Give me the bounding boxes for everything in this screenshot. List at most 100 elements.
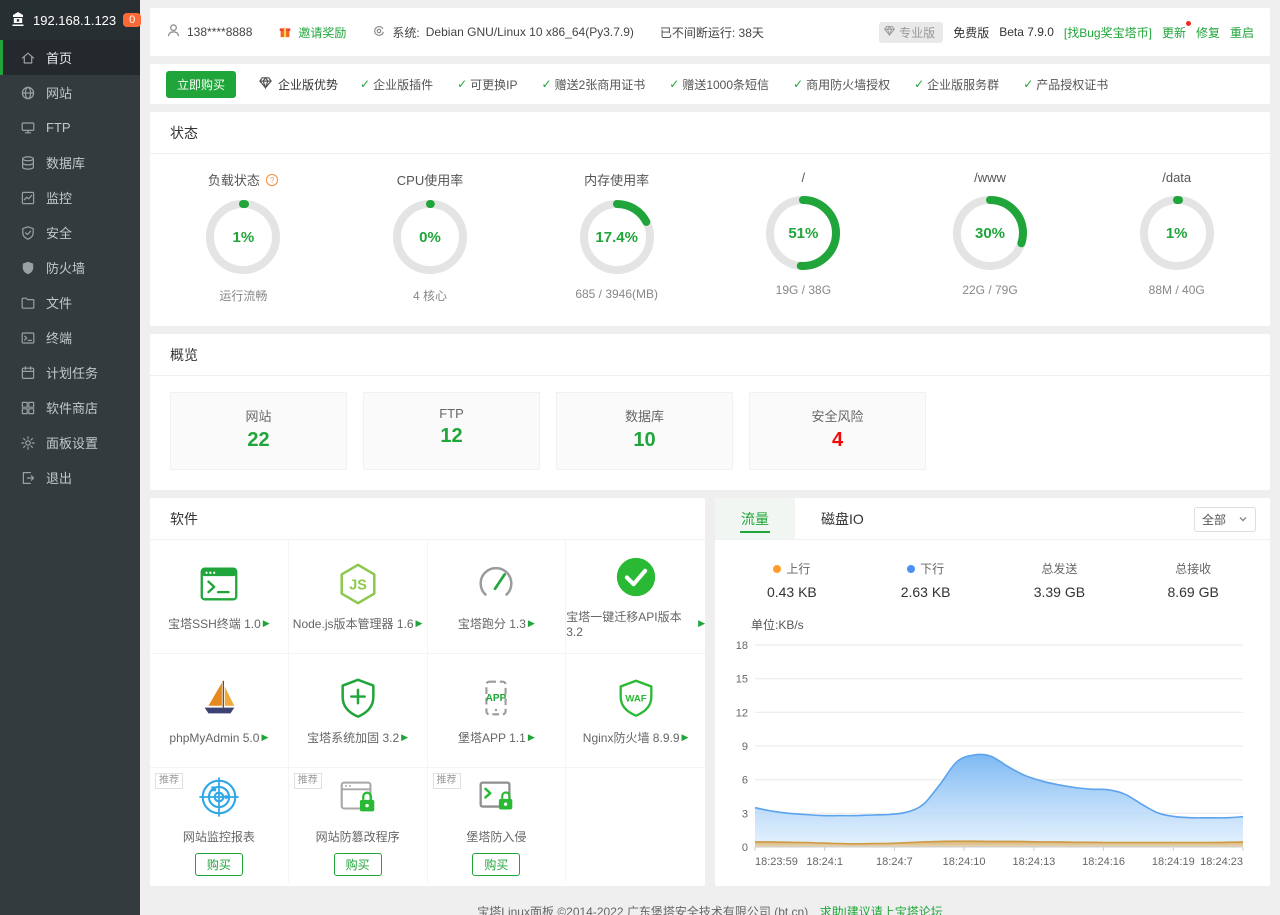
buy-now-button[interactable]: 立即购买	[166, 70, 237, 98]
software-item-宝塔一键迁移API版本 3.2[interactable]: 宝塔一键迁移API版本 3.2 ▶	[566, 540, 705, 654]
check-icon: ✓	[914, 77, 925, 91]
account-info[interactable]: 138****8888	[166, 23, 252, 41]
buy-button[interactable]: 购买	[333, 853, 382, 876]
enterprise-feature: ✓ 赠送1000条短信	[669, 76, 769, 93]
bt-terminal-icon	[196, 561, 242, 607]
enterprise-feature: ✓ 商用防火墙授权	[793, 76, 890, 93]
invite-reward-link: 邀请奖励	[298, 25, 347, 40]
feature-label: 赠送1000条短信	[682, 77, 770, 92]
sidebar-item-终端[interactable]: 终端	[0, 320, 140, 355]
software-item-网站监控报表[interactable]: 推荐 网站监控报表 购买	[150, 768, 289, 882]
sidebar-item-面板设置[interactable]: 面板设置	[0, 425, 140, 460]
gauge-subtext: 88M / 40G	[1148, 283, 1205, 297]
sidebar-item-安全[interactable]: 安全	[0, 215, 140, 250]
gauge-/www[interactable]: /www 30% 22G / 79G	[897, 170, 1084, 304]
message-count-badge[interactable]: 0	[123, 13, 142, 27]
traffic-filter-select[interactable]: 全部	[1194, 507, 1256, 532]
legend-总接收: 总接收 8.69 GB	[1126, 560, 1260, 600]
legend-label-text: 上行	[786, 562, 811, 576]
panel-logo[interactable]: 192.168.1.123 0	[0, 0, 142, 40]
gauge-/[interactable]: / 51% 19G / 38G	[710, 170, 897, 304]
tab-disk-io[interactable]: 磁盘IO	[795, 498, 890, 539]
software-name-text: Nginx防火墙 8.9.9	[582, 731, 680, 745]
overview-card-label: 数据库	[624, 409, 664, 424]
bt-logo-icon	[10, 11, 26, 30]
sidebar-item-数据库[interactable]: 数据库	[0, 145, 140, 180]
update-link[interactable]: 更新	[1162, 20, 1191, 41]
sidebar-item-网站[interactable]: 网站	[0, 75, 140, 110]
svg-text:?: ?	[270, 175, 275, 184]
gauge-subtext: 19G / 38G	[775, 283, 832, 297]
restart-link[interactable]: 重启	[1230, 24, 1254, 41]
overview-card-value: 22	[247, 429, 270, 451]
gauge-CPU使用率[interactable]: CPU使用率 0% 4 核心	[337, 170, 524, 304]
bug-bounty-link[interactable]: [找Bug奖宝塔币]	[1064, 24, 1152, 41]
play-icon: ▶	[698, 618, 705, 628]
legend-dot-icon	[773, 564, 782, 573]
legend-value: 2.63 KB	[900, 584, 951, 600]
overview-card-数据库[interactable]: 数据库 10	[556, 392, 733, 470]
legend-上行: 上行 0.43 KB	[725, 560, 859, 600]
footer-forum-link[interactable]: 求助|建议请上宝塔论坛	[820, 905, 943, 915]
gauge-value: 1%	[232, 228, 255, 246]
sidebar-item-首页[interactable]: 首页	[0, 40, 140, 75]
legend-value: 3.39 GB	[1033, 584, 1086, 600]
software-item-宝塔SSH终端 1.0[interactable]: 宝塔SSH终端 1.0 ▶	[150, 540, 289, 654]
software-name: phpMyAdmin 5.0 ▶	[169, 731, 268, 745]
buy-button[interactable]: 购买	[194, 853, 243, 876]
sidebar-item-FTP[interactable]: FTP	[0, 110, 140, 145]
software-name: 堡塔APP 1.1 ▶	[458, 729, 535, 746]
software-cell-empty	[566, 768, 705, 882]
svg-text:18:24:1: 18:24:1	[806, 856, 843, 868]
sidebar-item-label: 防火墙	[46, 261, 86, 276]
svg-text:9: 9	[742, 741, 748, 753]
tab-traffic[interactable]: 流量	[715, 498, 795, 539]
sidebar-item-防火墙[interactable]: 防火墙	[0, 250, 140, 285]
sidebar-item-label: 终端	[46, 331, 73, 346]
diamond-icon	[258, 75, 273, 93]
software-item-网站防篡改程序[interactable]: 推荐 网站防篡改程序 购买	[289, 768, 428, 882]
software-name-text: phpMyAdmin 5.0	[169, 730, 260, 745]
enterprise-feature: ✓ 企业版服务群	[914, 76, 999, 93]
software-item-phpMyAdmin 5.0[interactable]: phpMyAdmin 5.0 ▶	[150, 654, 289, 768]
gauge-/data[interactable]: /data 1% 88M / 40G	[1083, 170, 1270, 304]
terminal-icon	[20, 330, 36, 346]
software-name: 宝塔SSH终端 1.0 ▶	[168, 615, 270, 632]
software-item-堡塔防入侵[interactable]: 推荐堡塔防入侵购买	[428, 768, 567, 882]
sidebar-item-监控[interactable]: 监控	[0, 180, 140, 215]
sidebar-item-计划任务[interactable]: 计划任务	[0, 355, 140, 390]
overview-card-FTP[interactable]: FTP 12	[363, 392, 540, 470]
gauge-label: /www	[974, 170, 1006, 185]
buy-button[interactable]: 购买	[472, 853, 521, 876]
software-item-Node.js版本管理器 1.6[interactable]: JS Node.js版本管理器 1.6 ▶	[288, 540, 428, 654]
overview-card-安全风险[interactable]: 安全风险 4	[749, 392, 926, 470]
invite-reward[interactable]: 邀请奖励	[278, 24, 346, 41]
overview-panel: 概览 网站 22 FTP 12 数据库 10 安全风险 4	[150, 334, 1270, 490]
repair-link[interactable]: 修复	[1196, 24, 1220, 41]
legend-label-text: 下行	[920, 562, 945, 576]
pro-version-badge[interactable]: 专业版	[879, 21, 944, 43]
gauge-value: 30%	[975, 224, 1006, 242]
update-reddot-icon	[1185, 20, 1191, 26]
software-item-宝塔跑分 1.3[interactable]: 宝塔跑分 1.3 ▶	[427, 540, 567, 654]
gauge-内存使用率[interactable]: 内存使用率 17.4% 685 / 3946(MB)	[523, 170, 710, 304]
help-icon[interactable]: ?	[265, 173, 279, 187]
software-item-宝塔系统加固 3.2[interactable]: 宝塔系统加固 3.2 ▶	[288, 654, 428, 768]
sidebar-item-label: 数据库	[46, 156, 86, 171]
check-icon: ✓	[793, 77, 804, 91]
sidebar-item-文件[interactable]: 文件	[0, 285, 140, 320]
software-item-Nginx防火墙 8.9.9[interactable]: WAF Nginx防火墙 8.9.9 ▶	[566, 654, 705, 768]
software-name: 堡塔防入侵	[466, 828, 526, 845]
gauge-ring: 1%	[201, 195, 285, 279]
sidebar-item-退出[interactable]: 退出	[0, 460, 140, 495]
recommend-tag: 推荐	[432, 773, 461, 789]
gauge-负载状态[interactable]: 负载状态? 1% 运行流畅	[150, 170, 337, 304]
sidebar-item-软件商店[interactable]: 软件商店	[0, 390, 140, 425]
overview-card-网站[interactable]: 网站 22	[170, 392, 347, 470]
window-lock-icon	[335, 774, 381, 820]
software-item-堡塔APP 1.1[interactable]: APP 堡塔APP 1.1 ▶	[427, 654, 567, 768]
legend-value: 8.69 GB	[1167, 584, 1219, 600]
software-name: Nginx防火墙 8.9.9 ▶	[583, 729, 689, 746]
software-name-text: 网站监控报表	[182, 830, 255, 844]
software-grid: 宝塔SSH终端 1.0 ▶ JS Node.js版本管理器 1.6 ▶ 宝塔跑分 1.3 ▶…	[150, 540, 705, 882]
